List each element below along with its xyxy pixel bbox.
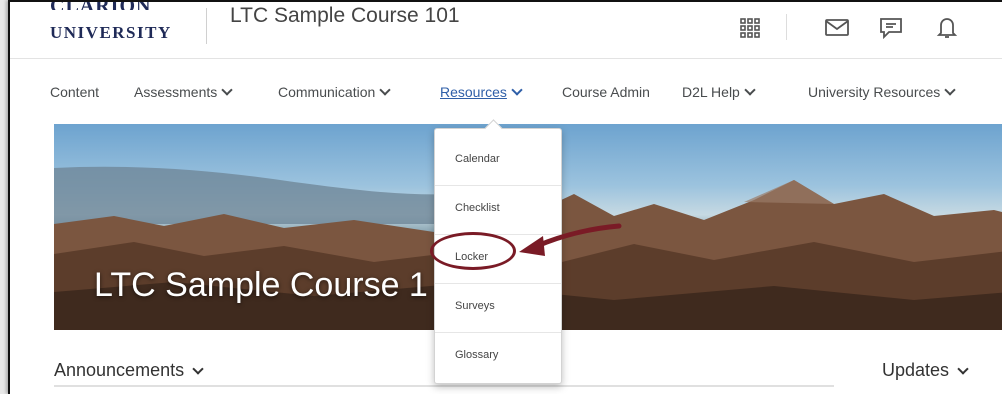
highlight-circle: [430, 232, 516, 270]
menu-item-glossary[interactable]: Glossary: [435, 333, 561, 381]
menu-item-label: Calendar: [455, 153, 500, 165]
nav-resources[interactable]: Resources: [440, 84, 523, 100]
nav-communication-label: Communication: [278, 84, 376, 100]
updates-widget-header[interactable]: Updates: [882, 360, 969, 381]
announcements-panel-edge: [54, 385, 834, 387]
nav-university-resources[interactable]: University Resources: [808, 84, 956, 100]
nav-course-admin-label: Course Admin: [562, 84, 650, 100]
menu-item-label: Surveys: [455, 300, 495, 312]
chevron-down-icon: [379, 84, 391, 96]
pointer-arrow-icon: [519, 223, 622, 256]
logo-bottom-text: UNIVERSITY: [50, 23, 172, 42]
menu-item-surveys[interactable]: Surveys: [435, 284, 561, 333]
nav-d2l-help-label: D2L Help: [682, 84, 740, 100]
nav-communication[interactable]: Communication: [278, 84, 391, 100]
nav-content[interactable]: Content: [50, 84, 99, 100]
chevron-down-icon: [957, 363, 969, 375]
chevron-down-icon: [221, 84, 233, 96]
waffle-grid-icon[interactable]: [735, 12, 765, 42]
chevron-down-icon: [944, 84, 956, 96]
icon-separator: [786, 14, 787, 40]
menu-item-label: Checklist: [455, 202, 500, 214]
bell-icon[interactable]: [932, 12, 962, 42]
chat-icon[interactable]: [876, 12, 906, 42]
announcements-widget-header[interactable]: Announcements: [54, 360, 204, 381]
chevron-down-icon: [511, 84, 523, 96]
nav-resources-label: Resources: [440, 84, 507, 100]
mail-icon[interactable]: [822, 12, 852, 42]
updates-title: Updates: [882, 360, 950, 380]
nav-assessments[interactable]: Assessments: [134, 84, 233, 100]
course-navbar: Content Assessments Communication Resour…: [10, 74, 1002, 114]
browser-frame: CLARION UNIVERSITY LTC Sample Course 101: [8, 0, 1002, 394]
banner-course-title: LTC Sample Course 1: [94, 266, 428, 304]
menu-item-calendar[interactable]: Calendar: [435, 137, 561, 186]
course-title[interactable]: LTC Sample Course 101: [230, 4, 460, 28]
menu-item-label: Glossary: [455, 349, 499, 361]
header-bar: CLARION UNIVERSITY LTC Sample Course 101: [10, 2, 1002, 59]
chevron-down-icon: [744, 84, 756, 96]
university-logo[interactable]: CLARION UNIVERSITY: [50, 2, 172, 42]
announcements-title: Announcements: [54, 360, 185, 380]
nav-university-resources-label: University Resources: [808, 84, 941, 100]
nav-content-label: Content: [50, 84, 100, 100]
chevron-down-icon: [192, 363, 204, 375]
logo-top-text: CLARION: [50, 2, 172, 10]
nav-assessments-label: Assessments: [134, 84, 218, 100]
nav-d2l-help[interactable]: D2L Help: [682, 84, 756, 100]
header-divider: [206, 8, 207, 44]
nav-course-admin[interactable]: Course Admin: [562, 84, 650, 100]
